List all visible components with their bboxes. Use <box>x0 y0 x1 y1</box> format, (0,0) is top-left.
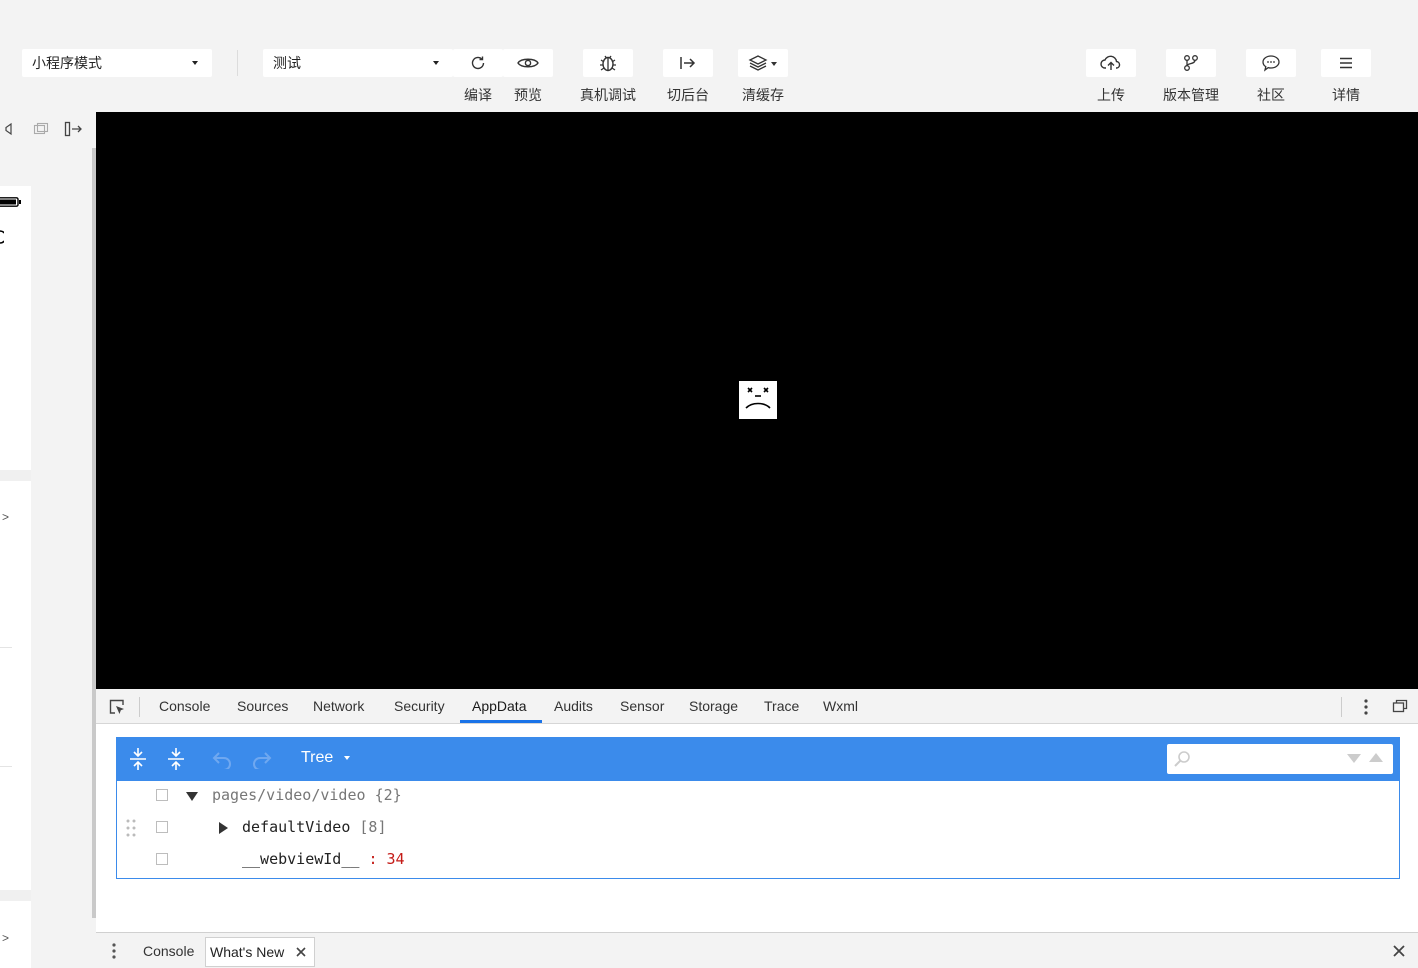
tab-divider <box>139 697 140 717</box>
drawer-tab-whats-new[interactable]: What's New <box>205 937 315 967</box>
chevron-down-icon <box>343 755 350 760</box>
drag-handle-icon[interactable] <box>126 819 136 837</box>
view-mode-label: Tree <box>301 749 334 766</box>
tree-count: {2} <box>374 786 402 804</box>
active-tab-indicator <box>460 720 542 723</box>
tree-row-webviewid[interactable]: __webviewId__ : 34 <box>242 850 405 868</box>
chevron-down-icon <box>192 61 198 65</box>
row-select-checkbox[interactable] <box>156 821 168 833</box>
cloud-upload-icon <box>1086 49 1136 77</box>
tree-count: [8] <box>359 818 387 836</box>
list-divider <box>0 647 12 648</box>
community-label: 社区 <box>1257 87 1285 103</box>
upload-label: 上传 <box>1097 87 1125 103</box>
volume-icon[interactable] <box>0 121 16 137</box>
sad-face-icon <box>739 381 777 419</box>
collapse-all-icon[interactable] <box>166 747 186 771</box>
bug-icon <box>583 49 633 77</box>
tab-security[interactable]: Security <box>394 698 445 714</box>
remote-debug-button[interactable]: 真机调试 <box>578 49 638 105</box>
compile-mode-select[interactable]: 测试 <box>263 49 453 77</box>
tab-divider <box>1341 697 1342 717</box>
compile-mode-value: 测试 <box>273 55 301 71</box>
tab-appdata[interactable]: AppData <box>472 698 526 714</box>
chat-bubble-icon <box>1246 49 1296 77</box>
drawer-tab-bar: Console What's New <box>96 932 1418 968</box>
details-button[interactable]: 详情 <box>1321 49 1371 105</box>
tree-separator: : <box>368 850 378 868</box>
simulator-screen[interactable]: > > <box>0 186 31 968</box>
list-item-chevron[interactable]: > <box>2 931 9 945</box>
search-icon <box>1173 750 1191 768</box>
tree-key: defaultVideo <box>242 818 351 836</box>
tab-storage[interactable]: Storage <box>689 698 738 714</box>
version-label: 版本管理 <box>1163 87 1219 103</box>
row-select-checkbox[interactable] <box>156 789 168 801</box>
search-next-icon[interactable] <box>1347 754 1361 763</box>
preview-label: 预览 <box>514 87 542 103</box>
clear-cache-button[interactable]: 清缓存 <box>738 49 788 105</box>
undo-icon[interactable] <box>211 749 233 771</box>
inspect-element-icon[interactable] <box>108 698 126 716</box>
mode-select-value: 小程序模式 <box>32 55 102 71</box>
tab-wxml[interactable]: Wxml <box>823 698 858 714</box>
layers-icon <box>738 49 788 77</box>
preview-button[interactable]: 预览 <box>503 49 553 105</box>
details-label: 详情 <box>1332 87 1360 103</box>
clear-cache-label: 清缓存 <box>742 87 784 103</box>
tab-sensor[interactable]: Sensor <box>620 698 664 714</box>
background-label: 切后台 <box>667 87 709 103</box>
appdata-search-input[interactable] <box>1167 744 1393 774</box>
top-toolbar: 小程序模式 测试 编译 预览 真机调试 切后台 清缓存 上传 版本管理 社区 详… <box>0 0 1418 112</box>
eye-icon <box>503 49 553 77</box>
list-divider <box>0 470 31 481</box>
detach-panel-icon[interactable] <box>64 121 84 137</box>
tree-row-defaultvideo[interactable]: defaultVideo [8] <box>242 818 387 836</box>
upload-button[interactable]: 上传 <box>1086 49 1136 105</box>
compile-button[interactable]: 编译 <box>453 49 503 105</box>
tab-audits[interactable]: Audits <box>554 698 593 714</box>
list-divider <box>0 890 31 901</box>
capsule-icon <box>0 230 7 244</box>
more-options-icon[interactable] <box>1359 698 1373 716</box>
collapse-triangle-icon[interactable] <box>186 792 198 801</box>
community-button[interactable]: 社区 <box>1246 49 1296 105</box>
screen-rotate-icon[interactable] <box>33 122 49 136</box>
tab-console[interactable]: Console <box>159 698 210 714</box>
tab-network[interactable]: Network <box>313 698 364 714</box>
tree-key: __webviewId__ <box>242 850 360 868</box>
chevron-down-icon <box>433 61 439 65</box>
undock-icon[interactable] <box>1392 699 1408 713</box>
background-button[interactable]: 切后台 <box>663 49 713 105</box>
expand-all-icon[interactable] <box>128 747 148 771</box>
tree-value: 34 <box>386 850 405 868</box>
redo-icon[interactable] <box>251 749 273 771</box>
mode-select[interactable]: 小程序模式 <box>22 49 212 77</box>
remote-debug-label: 真机调试 <box>580 87 636 103</box>
drawer-tab-label: What's New <box>210 944 285 960</box>
switch-background-icon <box>663 49 713 77</box>
toolbar-divider <box>237 50 238 76</box>
tree-key: pages/video/video <box>212 786 366 804</box>
row-select-checkbox[interactable] <box>156 853 168 865</box>
list-item-chevron[interactable]: > <box>2 510 9 524</box>
menu-icon <box>1321 49 1371 77</box>
search-prev-icon[interactable] <box>1369 753 1383 762</box>
tab-sources[interactable]: Sources <box>237 698 288 714</box>
view-mode-select[interactable]: Tree <box>301 749 350 767</box>
tab-trace[interactable]: Trace <box>764 698 799 714</box>
expand-triangle-icon[interactable] <box>219 822 228 834</box>
version-button[interactable]: 版本管理 <box>1161 49 1221 105</box>
compile-label: 编译 <box>464 87 492 103</box>
list-divider <box>0 766 12 767</box>
drawer-menu-icon[interactable] <box>111 942 117 960</box>
refresh-icon <box>453 49 503 77</box>
close-drawer-icon[interactable] <box>1393 944 1405 957</box>
drawer-tab-console[interactable]: Console <box>143 943 194 959</box>
devtools-tab-bar: Console Sources Network Security AppData… <box>96 689 1418 724</box>
tree-row-root: pages/video/video {2} <box>212 786 402 804</box>
branch-icon <box>1166 49 1216 77</box>
battery-icon <box>0 194 21 207</box>
close-tab-icon[interactable] <box>295 945 307 957</box>
